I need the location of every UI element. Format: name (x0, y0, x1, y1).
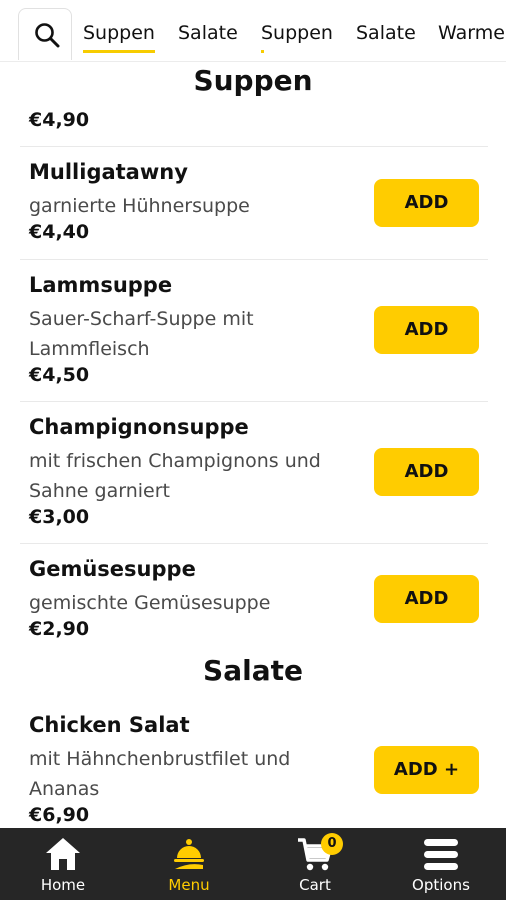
menu-lines-icon (424, 839, 458, 870)
tab-label: Suppen (261, 22, 333, 44)
item-price: €3,00 (29, 506, 90, 528)
item-description: Sauer-Scharf-Suppe mit Lammfleisch (29, 308, 254, 360)
add-button[interactable]: ADD (374, 306, 479, 354)
add-button[interactable]: ADD (374, 179, 479, 227)
item-name: Lammsuppe (29, 273, 173, 297)
nav-label: Options (412, 876, 470, 894)
nav-cart[interactable]: 0 Cart (252, 828, 378, 900)
add-button[interactable]: ADD (374, 448, 479, 496)
nav-label: Menu (168, 876, 210, 894)
nav-home[interactable]: Home (0, 828, 126, 900)
section-title-salate: Salate (203, 654, 303, 687)
tab-label: Salate (178, 22, 238, 44)
item-name: Gemüsesuppe (29, 557, 196, 581)
home-icon (46, 838, 80, 870)
item-name: Champignonsuppe (29, 415, 249, 439)
food-cloche-icon (174, 839, 204, 869)
tab-suppen[interactable]: Suppen (83, 22, 155, 53)
tab-marker (261, 50, 264, 53)
add-options-button[interactable]: ADD + (374, 746, 479, 794)
cart-count-badge: 0 (321, 833, 343, 855)
tab-salate-2[interactable]: Salate (356, 22, 416, 44)
item-description: gemischte Gemüsesuppe (29, 592, 271, 614)
item-price: €4,50 (29, 364, 90, 386)
add-button[interactable]: ADD (374, 575, 479, 623)
menu-item: Lammsuppe Sauer-Scharf-Suppe mit Lammfle… (0, 273, 506, 403)
divider (20, 401, 488, 402)
item-description: mit frischen Champignons und Sahne garni… (29, 450, 321, 502)
search-icon (35, 23, 60, 48)
category-bar: Suppen Salate Suppen Salate Warme (0, 0, 506, 62)
tab-suppen-2[interactable]: Suppen (261, 22, 333, 53)
item-price: €6,90 (29, 804, 90, 826)
item-price: €2,90 (29, 618, 90, 640)
divider (20, 543, 488, 544)
item-name: Chicken Salat (29, 713, 190, 737)
nav-label: Home (40, 876, 86, 894)
item-description: garnierte Hühnersuppe (29, 195, 250, 217)
search-button[interactable] (18, 8, 72, 60)
menu-item: Champignonsuppe mit frischen Champignons… (0, 415, 506, 545)
bottom-navigation: Home Menu 0 Cart Options (0, 828, 506, 900)
item-name: Mulligatawny (29, 160, 188, 184)
active-tab-indicator (83, 50, 155, 53)
divider (20, 259, 488, 260)
section-title-suppen: Suppen (193, 64, 313, 97)
menu-list[interactable]: Suppen €4,90 Mulligatawny garnierte Hühn… (0, 62, 506, 828)
menu-item: Mulligatawny garnierte Hühnersuppe €4,40… (0, 160, 506, 260)
nav-options[interactable]: Options (378, 828, 504, 900)
tab-label: Warme (438, 22, 505, 44)
tab-warme[interactable]: Warme (438, 22, 505, 44)
tab-salate[interactable]: Salate (178, 22, 238, 44)
nav-menu[interactable]: Menu (126, 828, 252, 900)
nav-label: Cart (299, 876, 331, 894)
item-price: €4,40 (29, 221, 90, 243)
tab-label: Suppen (83, 22, 155, 44)
item-description: mit Hähnchenbrustfilet und Ananas (29, 748, 291, 800)
divider (20, 146, 488, 147)
menu-item: Chicken Salat mit Hähnchenbrustfilet und… (0, 713, 506, 828)
menu-item: Gemüsesuppe gemischte Gemüsesuppe €2,90 … (0, 557, 506, 657)
item-price: €4,90 (29, 109, 90, 131)
tab-label: Salate (356, 22, 416, 44)
